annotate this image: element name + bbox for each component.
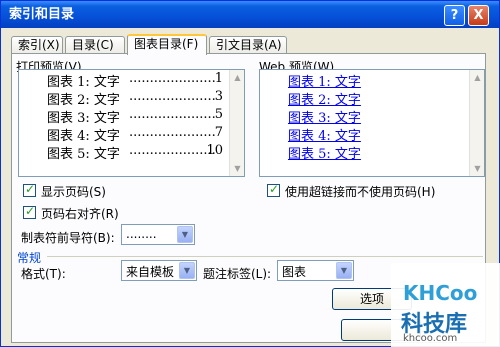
scroll-up-icon[interactable]: ▲ (231, 71, 244, 84)
web-entry-5[interactable]: 图表 5: 文字 (288, 143, 361, 162)
format-label: 格式(T): (21, 267, 66, 281)
tab-table-of-figures[interactable]: 图表目录(F) (127, 34, 207, 55)
print-entry-1-page: 1 (214, 71, 223, 86)
help-button[interactable]: ? (444, 5, 465, 26)
index-and-tables-dialog: 索引和目录 ? X 索引(X) 目录(C) 图表目录(F) 引文目录(A) 打印… (0, 0, 500, 347)
caption-label: 题注标签(L): (203, 267, 272, 281)
print-entry-4-page: 7 (214, 125, 223, 140)
general-group-label: 常规 (17, 251, 42, 265)
tab-leader-value: ........ (126, 227, 157, 241)
right-align-label: 页码右对齐(R) (41, 207, 119, 221)
print-entry-3: 图表 3: 文字 (47, 111, 120, 126)
print-entry-2: 图表 2: 文字 (47, 93, 120, 108)
dialog-title: 索引和目录 (9, 7, 75, 22)
print-entry-2-leader: ........................... (129, 89, 215, 104)
checkmark-icon: ✓ (25, 182, 36, 196)
print-entry-4: 图表 4: 文字 (47, 129, 120, 144)
chevron-down-icon[interactable]: ▼ (336, 262, 352, 279)
print-entry-1-leader: ........................... (129, 71, 215, 86)
group-divider (47, 256, 483, 257)
web-entry-4[interactable]: 图表 4: 文字 (288, 125, 361, 144)
print-entry-4-leader: ........................... (129, 125, 215, 140)
watermark-logo: KHCoo (403, 281, 478, 305)
web-entry-2[interactable]: 图表 2: 文字 (288, 89, 361, 108)
format-select[interactable]: 来自模板 ▼ (121, 260, 197, 281)
use-hyperlinks-checkbox[interactable]: ✓ (267, 182, 280, 197)
print-entry-3-page: 5 (214, 107, 223, 122)
caption-value: 图表 (282, 265, 307, 279)
web-entry-1[interactable]: 图表 1: 文字 (288, 71, 361, 90)
right-align-checkbox[interactable]: ✓ (23, 204, 36, 219)
checkmark-icon: ✓ (269, 182, 280, 196)
print-preview-scrollbar[interactable]: ▲ ▼ (229, 70, 244, 176)
tab-contents[interactable]: 目录(C) (65, 36, 125, 54)
chevron-down-icon[interactable]: ▼ (177, 226, 193, 243)
print-entry-1: 图表 1: 文字 (47, 75, 120, 90)
tab-leader-select[interactable]: ........ ▼ (121, 224, 195, 245)
print-entry-5-page: 10 (206, 143, 223, 158)
print-preview-box[interactable]: 图表 1: 文字 ........................... 1 图… (18, 69, 245, 177)
web-entry-3[interactable]: 图表 3: 文字 (288, 107, 361, 126)
close-button[interactable]: X (468, 5, 489, 26)
tab-leader-label: 制表符前导符(B): (21, 231, 115, 245)
format-value: 来自模板 (126, 265, 175, 279)
scroll-down-icon[interactable]: ▼ (471, 162, 484, 175)
tab-index[interactable]: 索引(X) (11, 36, 63, 54)
web-preview-box[interactable]: 图表 1: 文字 图表 2: 文字 图表 3: 文字 图表 4: 文字 图表 5… (259, 69, 485, 177)
caption-select[interactable]: 图表 ▼ (277, 260, 354, 281)
show-page-numbers-label: 显示页码(S) (41, 185, 106, 199)
print-entry-2-page: 3 (214, 89, 223, 104)
watermark-url: khcoo.com (403, 333, 458, 344)
tab-table-of-authorities[interactable]: 引文目录(A) (209, 36, 287, 54)
print-entry-5: 图表 5: 文字 (47, 147, 120, 162)
scroll-up-icon[interactable]: ▲ (471, 71, 484, 84)
print-entry-3-leader: ........................... (129, 107, 215, 122)
scroll-down-icon[interactable]: ▼ (231, 162, 244, 175)
chevron-down-icon[interactable]: ▼ (179, 262, 195, 279)
checkmark-icon: ✓ (25, 204, 36, 218)
use-hyperlinks-label: 使用超链接而不使用页码(H) (285, 185, 436, 199)
title-bar: 索引和目录 (1, 1, 499, 28)
show-page-numbers-checkbox[interactable]: ✓ (23, 182, 36, 197)
web-preview-scrollbar[interactable]: ▲ ▼ (469, 70, 484, 176)
